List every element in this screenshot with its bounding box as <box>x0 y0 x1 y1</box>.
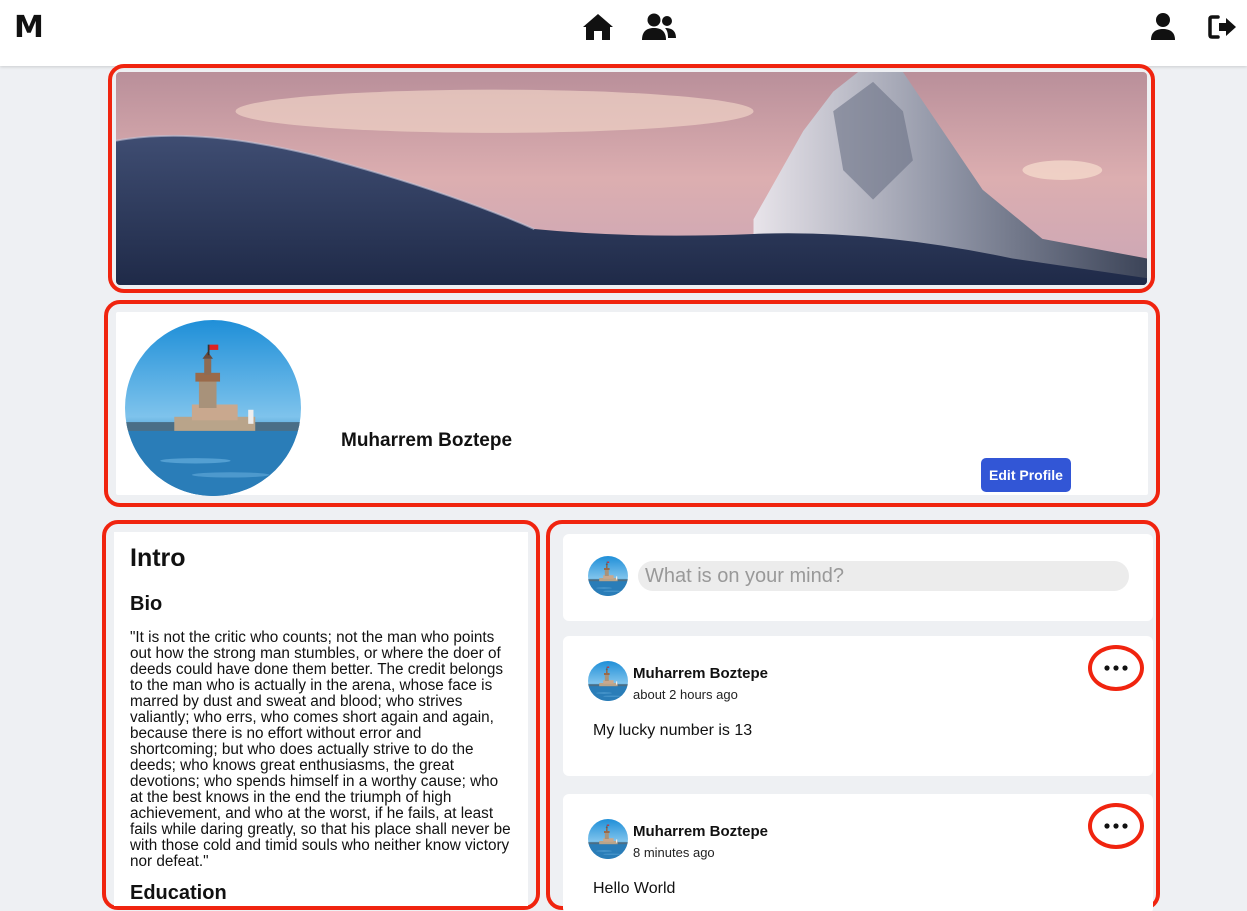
friends-icon[interactable] <box>640 10 678 44</box>
home-icon[interactable] <box>581 10 615 44</box>
intro-section: Intro Bio "It is not the critic who coun… <box>102 520 540 910</box>
profile-avatar[interactable] <box>125 320 301 496</box>
post-timestamp: about 2 hours ago <box>633 687 738 702</box>
profile-icon[interactable] <box>1146 10 1180 44</box>
post-composer <box>563 534 1153 621</box>
cover-photo <box>116 72 1147 285</box>
top-navbar: M <box>0 0 1247 66</box>
post-card: Muharrem Boztepe 8 minutes ago Hello Wor… <box>563 794 1153 911</box>
intro-title: Intro <box>130 544 186 572</box>
profile-name: Muharrem Boztepe <box>341 430 513 451</box>
post-author-name[interactable]: Muharrem Boztepe <box>633 823 768 840</box>
post-options-button[interactable] <box>1088 803 1144 849</box>
cover-section <box>108 64 1155 293</box>
more-icon <box>1104 823 1128 829</box>
post-text: My lucky number is 13 <box>593 722 753 739</box>
app-logo[interactable]: M <box>14 10 44 45</box>
post-author-avatar[interactable] <box>588 819 628 859</box>
feed-section: Muharrem Boztepe about 2 hours ago My lu… <box>546 520 1160 911</box>
post-author-avatar[interactable] <box>588 661 628 701</box>
intro-card: Intro Bio "It is not the critic who coun… <box>114 532 528 906</box>
edit-profile-button[interactable]: Edit Profile <box>981 458 1071 492</box>
post-input[interactable] <box>638 561 1129 591</box>
post-author-name[interactable]: Muharrem Boztepe <box>633 665 768 682</box>
profile-card: Muharrem Boztepe Edit Profile <box>116 312 1148 495</box>
profile-section: Muharrem Boztepe Edit Profile <box>104 300 1160 507</box>
post-options-button[interactable] <box>1088 645 1144 691</box>
bio-heading: Bio <box>130 593 163 615</box>
composer-avatar <box>588 556 628 596</box>
more-icon <box>1104 665 1128 671</box>
education-heading: Education <box>130 882 227 904</box>
bio-text: "It is not the critic who counts; not th… <box>130 629 511 870</box>
logout-icon[interactable] <box>1206 10 1240 44</box>
post-text: Hello World <box>593 880 676 897</box>
post-timestamp: 8 minutes ago <box>633 845 715 860</box>
post-card: Muharrem Boztepe about 2 hours ago My lu… <box>563 636 1153 776</box>
